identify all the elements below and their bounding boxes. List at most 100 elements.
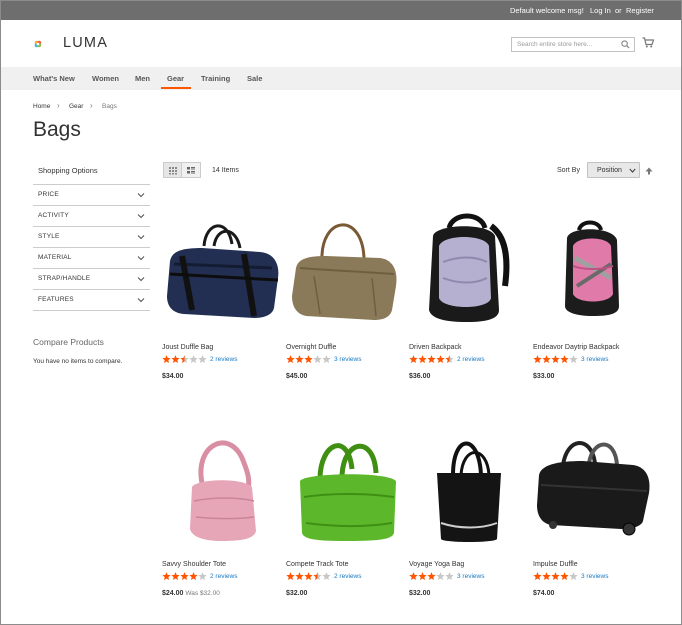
product-price: $74.00 <box>533 590 554 597</box>
filter-material[interactable]: MATERIAL <box>33 247 150 268</box>
nav-item-sale[interactable]: Sale <box>247 74 262 83</box>
register-link[interactable]: Register <box>626 6 654 15</box>
product-price: $32.00 <box>286 590 307 597</box>
filter-strap-handle[interactable]: STRAP/HANDLE <box>33 268 150 289</box>
product-rating: 2 reviews <box>286 572 404 582</box>
product-name[interactable]: Savvy Shoulder Tote <box>162 561 226 568</box>
product-name[interactable]: Endeavor Daytrip Backpack <box>533 344 619 351</box>
search-input[interactable] <box>512 38 618 51</box>
filter-label: FEATURES <box>38 296 74 303</box>
star-icon <box>533 572 542 580</box>
sort-select[interactable]: Position <box>587 162 640 178</box>
nav-item-gear[interactable]: Gear <box>167 74 184 83</box>
reviews-link[interactable]: 3 reviews <box>581 356 608 363</box>
pink-backpack-image[interactable] <box>533 206 651 334</box>
product-rating: 2 reviews <box>162 355 280 365</box>
reviews-link[interactable]: 2 reviews <box>457 356 484 363</box>
product-name[interactable]: Joust Duffle Bag <box>162 344 213 351</box>
lavender-backpack-image[interactable] <box>409 206 527 334</box>
star-icon <box>569 572 578 580</box>
product-name[interactable]: Compete Track Tote <box>286 561 349 568</box>
items-count: 14 Items <box>212 167 239 174</box>
price-value: $34.00 <box>162 373 184 380</box>
reviews-link[interactable]: 3 reviews <box>457 573 484 580</box>
star-icon <box>162 572 171 580</box>
product-rating: 2 reviews <box>409 355 527 365</box>
product-rating: 3 reviews <box>533 572 651 582</box>
filter-activity[interactable]: ACTIVITY <box>33 205 150 226</box>
reviews-link[interactable]: 2 reviews <box>334 573 361 580</box>
search-box <box>511 37 635 52</box>
price-value: $24.00 <box>162 590 184 597</box>
product-name[interactable]: Driven Backpack <box>409 344 462 351</box>
breadcrumb-home[interactable]: Home <box>33 103 50 110</box>
product-name[interactable]: Voyage Yoga Bag <box>409 561 464 568</box>
star-icon <box>198 572 207 580</box>
logo-text[interactable]: LUMA <box>63 35 108 51</box>
rating-stars-icon <box>162 572 207 580</box>
star-icon <box>189 572 198 580</box>
product-name[interactable]: Overnight Duffle <box>286 344 336 351</box>
star-icon <box>171 572 180 580</box>
star-icon <box>286 572 295 580</box>
luma-logo-icon[interactable] <box>34 31 60 57</box>
compare-empty-text: You have no items to compare. <box>33 358 123 365</box>
price-value: $36.00 <box>409 373 431 380</box>
filter-label: PRICE <box>38 191 59 198</box>
breadcrumb-separator-icon: › <box>57 101 60 110</box>
duffle-bag-image[interactable] <box>162 206 280 334</box>
filter-price[interactable]: PRICE <box>33 184 150 205</box>
nav-item-men[interactable]: Men <box>135 74 150 83</box>
or-text: or <box>615 6 622 15</box>
filter-label: STRAP/HANDLE <box>38 275 91 282</box>
rating-stars-icon <box>409 572 454 580</box>
black-yoga-bag-image[interactable] <box>409 423 527 551</box>
rating-stars-icon <box>533 355 578 363</box>
tan-duffle-image[interactable] <box>286 206 404 334</box>
list-view-button[interactable] <box>182 162 201 178</box>
star-icon <box>560 572 569 580</box>
product-price: $36.00 <box>409 373 430 380</box>
pink-shoulder-tote-image[interactable] <box>162 423 280 551</box>
nav-item-whats-new[interactable]: What's New <box>33 74 75 83</box>
nav-item-women[interactable]: Women <box>92 74 119 83</box>
filter-label: STYLE <box>38 233 60 240</box>
chevron-down-icon <box>137 235 145 240</box>
search-icon[interactable] <box>621 40 630 49</box>
breadcrumb-gear[interactable]: Gear <box>69 103 83 110</box>
star-icon <box>304 572 313 580</box>
green-tote-image[interactable] <box>286 423 404 551</box>
list-icon <box>187 167 195 174</box>
star-icon <box>418 572 427 580</box>
grid-view-button[interactable] <box>163 162 182 178</box>
reviews-link[interactable]: 3 reviews <box>334 356 361 363</box>
star-icon <box>560 355 569 363</box>
wheeled-duffle-image[interactable] <box>533 423 651 551</box>
price-value: $32.00 <box>409 590 431 597</box>
star-icon <box>180 355 189 363</box>
star-icon <box>409 572 418 580</box>
price-value: $33.00 <box>533 373 555 380</box>
star-icon <box>286 355 295 363</box>
reviews-link[interactable]: 3 reviews <box>581 573 608 580</box>
reviews-link[interactable]: 2 reviews <box>210 573 237 580</box>
product-name[interactable]: Impulse Duffle <box>533 561 578 568</box>
filter-features[interactable]: FEATURES <box>33 289 150 310</box>
chevron-down-icon <box>137 193 145 198</box>
star-icon <box>180 572 189 580</box>
price-value: $74.00 <box>533 590 555 597</box>
sort-direction-arrow-icon[interactable] <box>645 167 653 175</box>
star-icon <box>313 572 322 580</box>
login-link[interactable]: Log In <box>590 6 611 15</box>
filter-style[interactable]: STYLE <box>33 226 150 247</box>
chevron-down-icon <box>137 256 145 261</box>
breadcrumb-separator-icon: › <box>90 101 93 110</box>
star-icon <box>551 355 560 363</box>
star-icon <box>542 355 551 363</box>
cart-icon[interactable] <box>642 37 654 48</box>
reviews-link[interactable]: 2 reviews <box>210 356 237 363</box>
star-icon <box>198 355 207 363</box>
product-price: $45.00 <box>286 373 307 380</box>
nav-item-training[interactable]: Training <box>201 74 230 83</box>
chevron-down-icon <box>137 277 145 282</box>
